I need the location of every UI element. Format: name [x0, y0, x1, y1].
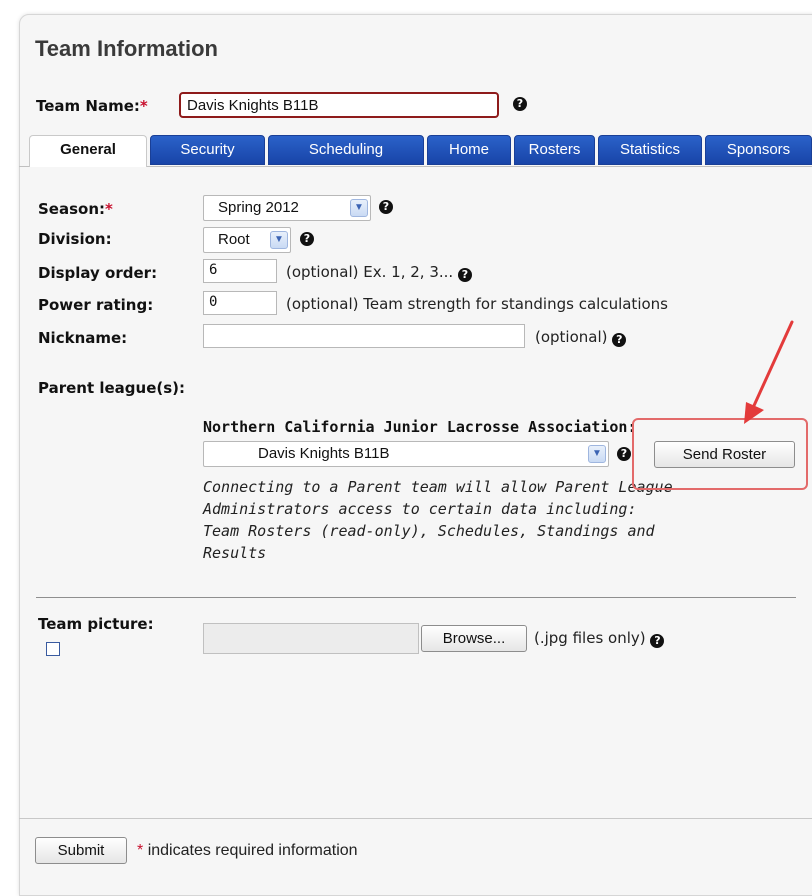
tab-rosters[interactable]: Rosters [514, 135, 595, 165]
tab-sponsors[interactable]: Sponsors [705, 135, 812, 165]
tab-statistics[interactable]: Statistics [598, 135, 702, 165]
team-name-label: Team Name:* [36, 97, 148, 115]
required-mark: * [139, 97, 148, 115]
chevron-down-icon[interactable]: ▼ [588, 445, 606, 463]
team-picture-hint: (.jpg files only) ? [534, 629, 665, 648]
required-mark: * [137, 842, 144, 859]
power-rating-hint: (optional) Team strength for standings c… [286, 295, 668, 313]
description-line: Administrators access to certain data in… [203, 500, 637, 518]
team-picture-checkbox[interactable] [46, 642, 60, 656]
nickname-hint: (optional) ? [535, 328, 627, 347]
annotation-arrow [744, 320, 794, 424]
help-icon[interactable]: ? [617, 447, 631, 461]
tab-scheduling[interactable]: Scheduling [268, 135, 424, 165]
display-order-input[interactable]: 6 [203, 259, 277, 283]
season-label: Season:* [38, 200, 113, 218]
help-icon[interactable]: ? [457, 268, 472, 282]
display-order-label: Display order: [38, 264, 158, 282]
panel-title: Team Information [35, 36, 218, 61]
annotation-highlight-box [632, 418, 808, 490]
power-rating-input[interactable]: 0 [203, 291, 277, 315]
submit-button[interactable]: Submit [35, 837, 127, 864]
help-icon[interactable]: ? [513, 97, 527, 111]
help-icon[interactable]: ? [300, 232, 314, 246]
tab-home[interactable]: Home [427, 135, 511, 165]
footer-divider [19, 818, 812, 819]
help-icon[interactable]: ? [379, 200, 393, 214]
description-line: Team Rosters (read-only), Schedules, Sta… [203, 522, 655, 540]
browse-button[interactable]: Browse... [421, 625, 527, 652]
description-line: Results [203, 544, 267, 562]
team-name-input[interactable]: Davis Knights B11B [179, 92, 499, 118]
parent-team-select[interactable]: Davis Knights B11B ▼ [203, 441, 609, 467]
division-select[interactable]: Root ▼ [203, 227, 291, 253]
season-select-value: Spring 2012 [218, 199, 299, 216]
division-select-value: Root [218, 231, 250, 248]
chevron-down-icon[interactable]: ▼ [350, 199, 368, 217]
division-label: Division: [38, 230, 112, 248]
nickname-input[interactable] [203, 324, 525, 348]
association-name: Northern California Junior Lacrosse Asso… [203, 418, 637, 436]
help-icon[interactable]: ? [650, 634, 665, 648]
tab-general[interactable]: General [29, 135, 147, 167]
tab-security[interactable]: Security [150, 135, 265, 165]
section-divider [36, 597, 796, 598]
display-order-hint: (optional) Ex. 1, 2, 3... ? [286, 263, 472, 282]
parent-team-select-value: Davis Knights B11B [258, 445, 390, 462]
season-select[interactable]: Spring 2012 ▼ [203, 195, 371, 221]
help-icon[interactable]: ? [612, 333, 627, 347]
tab-bar: General Security Scheduling Home Rosters… [19, 135, 812, 167]
file-path-input[interactable] [203, 623, 419, 654]
required-note: * indicates required information [137, 842, 358, 859]
required-mark: * [105, 200, 113, 218]
parent-league-label: Parent league(s): [38, 379, 186, 397]
team-picture-label: Team picture: [38, 615, 154, 633]
power-rating-label: Power rating: [38, 296, 154, 314]
nickname-label: Nickname: [38, 329, 128, 347]
chevron-down-icon[interactable]: ▼ [270, 231, 288, 249]
